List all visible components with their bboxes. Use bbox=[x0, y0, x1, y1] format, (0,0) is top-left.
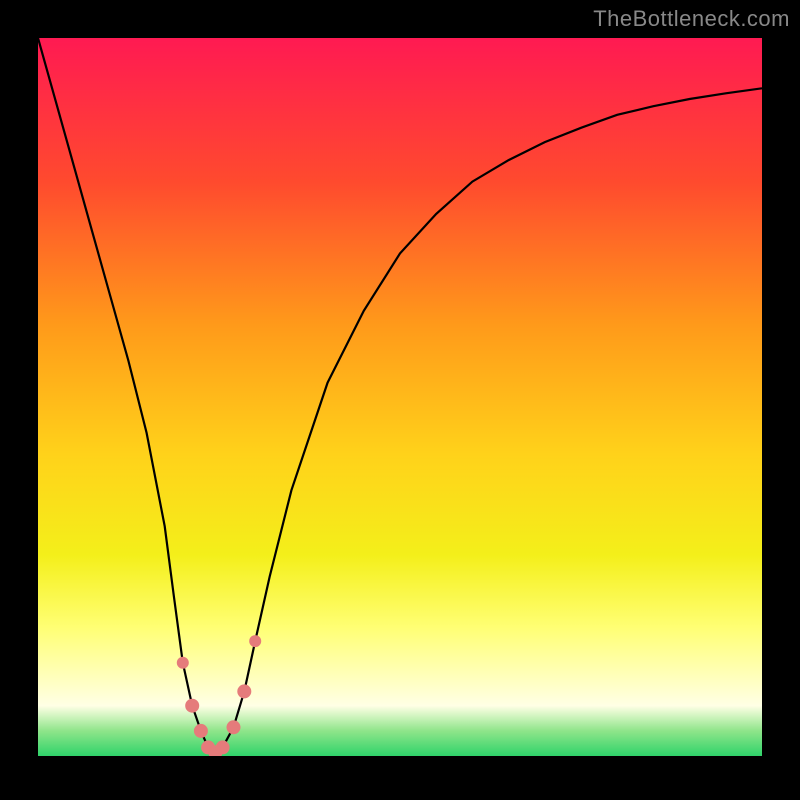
chart-frame: TheBottleneck.com bbox=[0, 0, 800, 800]
marker-dot bbox=[194, 724, 208, 738]
marker-dot bbox=[249, 635, 261, 647]
marker-dot bbox=[227, 720, 241, 734]
attribution-text: TheBottleneck.com bbox=[593, 6, 790, 32]
marker-dot bbox=[185, 699, 199, 713]
marker-dot bbox=[237, 684, 251, 698]
marker-dot bbox=[177, 657, 189, 669]
plot-background bbox=[38, 38, 762, 756]
marker-dot bbox=[216, 740, 230, 754]
bottleneck-chart bbox=[0, 0, 800, 800]
